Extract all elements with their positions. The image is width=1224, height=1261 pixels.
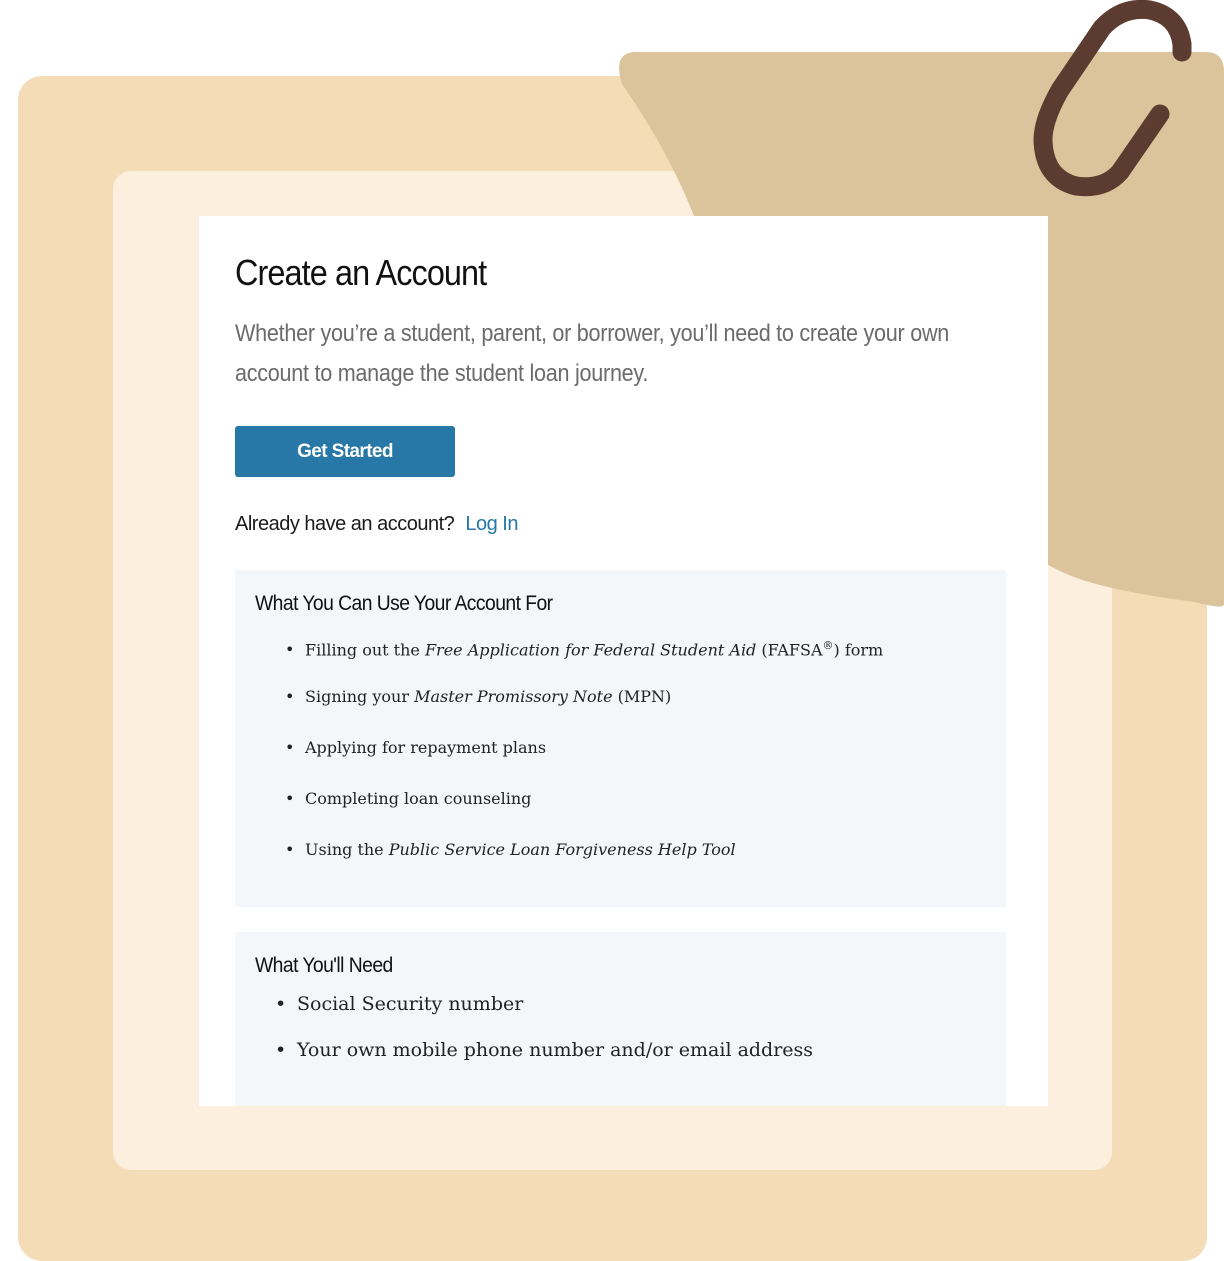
page-title: Create an Account bbox=[235, 252, 487, 293]
account-uses-list: • Filling out the Free Application for Fe… bbox=[255, 636, 986, 891]
list-item: • Applying for repayment plans bbox=[285, 738, 547, 757]
log-in-link[interactable]: Log In bbox=[465, 513, 518, 535]
list-item: • Filling out the Free Application for Fe… bbox=[285, 639, 884, 660]
account-uses-panel: What You Can Use Your Account For • Filli… bbox=[235, 570, 1006, 907]
list-item: • Social Security number bbox=[275, 993, 524, 1015]
create-account-card: Create an Account Whether you’re a stude… bbox=[199, 216, 1048, 1106]
intro-text: Whether you’re a student, parent, or bor… bbox=[235, 320, 950, 387]
screenshot-stage: Create an Account Whether you’re a stude… bbox=[0, 0, 1224, 1261]
bullet-icon: • bbox=[285, 738, 295, 757]
get-started-button[interactable]: Get Started bbox=[235, 426, 455, 477]
list-item: • Your own mobile phone number and/or ema… bbox=[275, 1039, 814, 1061]
bullet-icon: • bbox=[285, 640, 295, 660]
list-item: • Completing loan counseling bbox=[285, 789, 532, 808]
bullet-icon: • bbox=[275, 993, 287, 1015]
requirements-list: • Social Security number • Your own mobile… bbox=[255, 992, 986, 1084]
paperclip-icon bbox=[1033, 0, 1192, 197]
login-prompt-text: Already have an account? bbox=[235, 513, 455, 535]
bullet-icon: • bbox=[285, 789, 295, 808]
requirements-panel: What You'll Need • Social Security number… bbox=[235, 932, 1006, 1106]
bullet-icon: • bbox=[285, 840, 295, 859]
account-uses-title: What You Can Use Your Account For bbox=[255, 592, 553, 615]
bullet-icon: • bbox=[285, 687, 295, 706]
requirements-title: What You'll Need bbox=[255, 954, 393, 977]
bullet-icon: • bbox=[275, 1039, 287, 1061]
login-prompt-line: Already have an account? Log In bbox=[235, 513, 1012, 536]
list-item: • Using the Public Service Loan Forgivene… bbox=[285, 840, 736, 859]
list-item: • Signing your Master Promissory Note (MP… bbox=[285, 687, 672, 706]
